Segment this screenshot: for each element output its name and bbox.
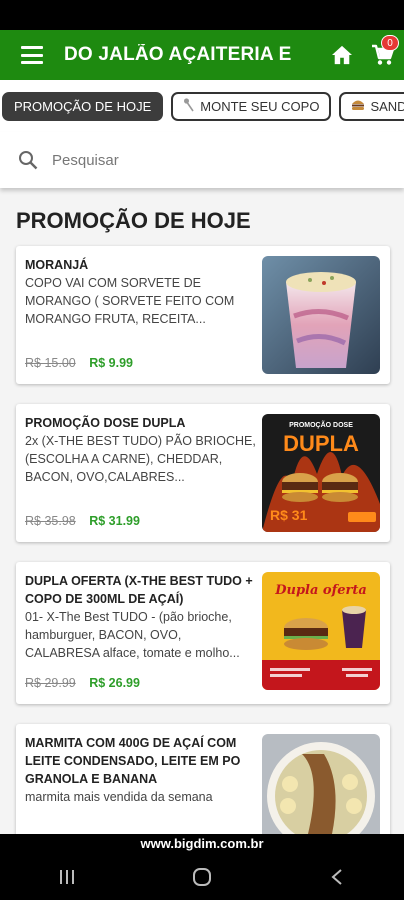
product-name: MORANJÁ bbox=[25, 258, 89, 272]
website-banner: www.bigdim.com.br bbox=[0, 834, 404, 854]
product-list[interactable]: PROMOÇÃO DE HOJE MORANJÁ COPO VAI COM SO… bbox=[0, 188, 404, 834]
image-caption-line2: DUPLA bbox=[283, 431, 359, 456]
chip-label: MONTE SEU COPO bbox=[200, 98, 320, 114]
hamburger-icon bbox=[21, 46, 43, 64]
product-card-dose-dupla[interactable]: PROMOÇÃO DOSE DUPLA 2x (X-THE BEST TUDO)… bbox=[16, 404, 390, 542]
cart-count-badge: 0 bbox=[381, 35, 399, 51]
chip-monte-seu-copo[interactable]: MONTE SEU COPO bbox=[171, 91, 332, 121]
chip-label: PROMOÇÃO DE HOJE bbox=[14, 98, 152, 114]
price: R$ 26.99 bbox=[89, 676, 140, 690]
system-nav-bar bbox=[0, 854, 404, 900]
product-image bbox=[262, 734, 380, 834]
burger-icon bbox=[351, 98, 365, 114]
product-prices: R$ 29.99 R$ 26.99 bbox=[25, 676, 140, 690]
image-caption-line1: PROMOÇÃO DOSE bbox=[289, 420, 353, 429]
menu-button[interactable] bbox=[0, 30, 64, 80]
app-title: DO JALÃO AÇAITERIA E bbox=[64, 44, 292, 65]
search-input[interactable] bbox=[52, 151, 372, 169]
product-image: Dupla oferta bbox=[262, 572, 380, 690]
image-caption-title: Dupla oferta bbox=[274, 583, 367, 598]
price: R$ 31.99 bbox=[89, 514, 140, 528]
product-card-moranja[interactable]: MORANJÁ COPO VAI COM SORVETE DE MORANGO … bbox=[16, 246, 390, 384]
product-prices: R$ 35.98 R$ 31.99 bbox=[25, 514, 140, 528]
recent-apps-icon bbox=[60, 870, 75, 884]
product-card-dupla-oferta[interactable]: DUPLA OFERTA (X-THE BEST TUDO + COPO DE … bbox=[16, 562, 390, 704]
product-prices: R$ 15.00 R$ 9.99 bbox=[25, 356, 133, 370]
product-name: MARMITA COM 400G DE AÇAÍ COM LEITE CONDE… bbox=[25, 736, 241, 786]
product-name: PROMOÇÃO DOSE DUPLA bbox=[25, 416, 186, 430]
section-title: PROMOÇÃO DE HOJE bbox=[16, 208, 251, 233]
product-card-marmita[interactable]: MARMITA COM 400G DE AÇAÍ COM LEITE CONDE… bbox=[16, 724, 390, 834]
product-name: DUPLA OFERTA (X-THE BEST TUDO + COPO DE … bbox=[25, 574, 253, 606]
product-description: 2x (X-THE BEST TUDO) PÃO BRIOCHE, (ESCOL… bbox=[25, 434, 256, 484]
price: R$ 9.99 bbox=[89, 356, 133, 370]
old-price: R$ 15.00 bbox=[25, 356, 76, 370]
product-info: MORANJÁ COPO VAI COM SORVETE DE MORANGO … bbox=[25, 256, 259, 328]
chip-promocao-de-hoje[interactable]: PROMOÇÃO DE HOJE bbox=[2, 91, 164, 121]
app-header: DO JALÃO AÇAITERIA E 0 bbox=[0, 30, 404, 80]
back-button[interactable] bbox=[307, 857, 367, 897]
recent-apps-button[interactable] bbox=[37, 857, 97, 897]
home-icon bbox=[332, 45, 352, 65]
home-button[interactable] bbox=[322, 30, 362, 80]
search-bar bbox=[0, 132, 404, 188]
home-nav-button[interactable] bbox=[172, 857, 232, 897]
product-info: MARMITA COM 400G DE AÇAÍ COM LEITE CONDE… bbox=[25, 734, 259, 806]
category-chips: PROMOÇÃO DE HOJE MONTE SEU COPO SAND bbox=[0, 80, 404, 132]
old-price: R$ 29.99 bbox=[25, 676, 76, 690]
product-image: PROMOÇÃO DOSE DUPLA R$ 31 bbox=[262, 414, 380, 532]
product-description: marmita mais vendida da semana bbox=[25, 790, 213, 804]
search-icon bbox=[19, 151, 38, 170]
product-description: 01- X-The Best TUDO - (pão brioche, hamb… bbox=[25, 610, 240, 660]
product-image bbox=[262, 256, 380, 374]
chip-label: SAND bbox=[370, 98, 404, 114]
status-bar bbox=[0, 0, 404, 30]
image-caption-price: R$ 31 bbox=[270, 507, 308, 523]
product-info: DUPLA OFERTA (X-THE BEST TUDO + COPO DE … bbox=[25, 572, 259, 662]
back-icon bbox=[331, 869, 342, 885]
cart-button[interactable]: 0 bbox=[362, 30, 404, 80]
product-description: COPO VAI COM SORVETE DE MORANGO ( SORVET… bbox=[25, 276, 235, 326]
home-circle-icon bbox=[192, 868, 211, 886]
chip-sand[interactable]: SAND bbox=[339, 91, 404, 121]
old-price: R$ 35.98 bbox=[25, 514, 76, 528]
product-info: PROMOÇÃO DOSE DUPLA 2x (X-THE BEST TUDO)… bbox=[25, 414, 259, 486]
spoon-icon bbox=[183, 97, 195, 115]
